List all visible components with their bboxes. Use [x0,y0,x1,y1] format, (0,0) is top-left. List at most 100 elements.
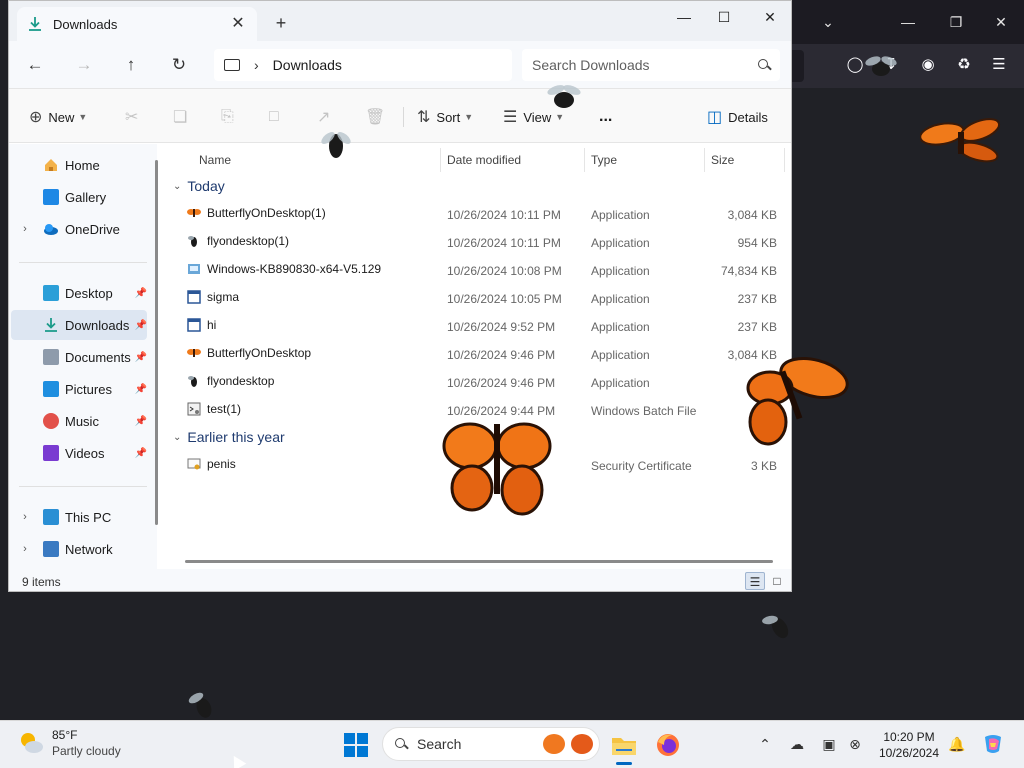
chevron-right-icon[interactable]: › [17,223,33,235]
account-icon[interactable]: ◉ [917,54,939,76]
chevron-right-icon[interactable]: › [254,57,259,73]
details-label: Details [728,109,768,125]
column-separator[interactable] [784,148,785,172]
notification-bell-icon[interactable]: 🔔 [946,733,968,755]
explorer-tab-downloads[interactable]: Downloads ✕ [17,7,257,41]
forward-button[interactable]: → [72,53,96,77]
sidebar-item-this-pc[interactable]: › This PC [11,502,147,532]
taskbar-file-explorer[interactable] [606,727,642,765]
clock-time: 10:20 PM [883,730,935,744]
sidebar-item-videos[interactable]: Videos 📌 [11,438,147,468]
sidebar-item-gallery[interactable]: Gallery [11,182,147,212]
start-button[interactable] [344,733,368,757]
copy-button[interactable]: ❏ [173,105,193,129]
sidebar-item-home[interactable]: Home [11,150,147,180]
column-header-date[interactable]: Date modified [447,148,521,172]
file-row[interactable]: flyondesktop 10/26/2024 9:46 PM Applicatio… [173,369,783,397]
sidebar-item-onedrive[interactable]: › OneDrive [11,214,147,244]
browser-url-bar[interactable] [792,50,804,82]
sidebar-item-downloads[interactable]: Downloads 📌 [11,310,147,340]
browser-close-button[interactable]: ✕ [989,10,1013,34]
details-pane-button[interactable]: ◫ Details [707,105,768,129]
file-date: 10/26/2024 9:46 PM [447,376,556,390]
new-tab-button[interactable]: + [271,13,291,33]
chevron-right-icon[interactable]: › [17,511,33,523]
extensions-icon[interactable]: ♻ [953,54,975,76]
file-row[interactable]: ButterflyOnDesktop 10/26/2024 9:46 PM Appl… [173,341,783,369]
file-size: 95 [763,376,777,390]
sort-label: Sort [436,109,461,125]
rename-button[interactable]: □ [269,105,285,129]
column-header-size[interactable]: Size [711,148,734,172]
details-view-icon[interactable]: ☰ [745,572,765,590]
taskbar: 85°F Partly cloudy Search ⌃ ☁ ▣ ⊗ 10:20 … [0,720,1024,768]
up-button[interactable]: ↑ [119,53,143,77]
search-icon [758,59,770,71]
new-button[interactable]: ⊕ New ▼ [29,105,87,129]
file-size: 237 KB [737,320,777,334]
taskbar-firefox[interactable] [650,727,686,763]
file-name-cell: penis [187,457,236,471]
refresh-button[interactable]: ↻ [167,53,191,77]
file-size: 3 KB [750,459,777,473]
cloud-offline-icon[interactable]: ☁ [786,733,808,755]
pocket-icon[interactable]: ◯ [844,54,866,76]
column-separator[interactable] [584,148,585,172]
group-header-earlier[interactable]: ⌄ Earlier this year [173,429,285,445]
paste-button[interactable]: ⎘ [221,105,240,129]
sidebar-item-desktop[interactable]: Desktop 📌 [11,278,147,308]
file-row[interactable]: hi 10/26/2024 9:52 PM Application 237 KB [173,313,783,341]
back-button[interactable]: ← [23,53,47,77]
file-row[interactable]: ButterflyOnDesktop(1) 10/26/2024 10:11 PM… [173,201,783,229]
tiles-view-icon[interactable]: □ [767,572,787,590]
sort-button[interactable]: ⇅ Sort ▼ [417,105,473,129]
details-pane-icon: ◫ [707,109,723,126]
column-header-name[interactable]: Name [199,148,231,172]
file-row[interactable]: penis Security Certificate 3 KB [173,452,783,480]
horizontal-scrollbar[interactable] [185,560,773,563]
column-separator[interactable] [440,148,441,172]
minimize-button[interactable]: — [669,7,699,27]
computer-icon [43,509,59,525]
fly-sprite [762,615,789,639]
close-tab-icon[interactable]: ✕ [229,15,247,33]
sidebar-item-network[interactable]: › Network [11,534,147,564]
weather-widget[interactable]: 85°F Partly cloudy [18,727,121,759]
chevron-right-icon[interactable]: › [17,543,33,555]
cut-button[interactable]: ✂ [125,105,144,129]
search-box[interactable] [522,49,780,81]
group-header-today[interactable]: ⌄ Today [173,178,225,194]
volume-muted-icon[interactable]: ⊗ [844,733,866,755]
share-button[interactable]: ↗ [317,105,336,129]
show-hidden-icons-chevron-icon[interactable]: ⌃ [754,733,776,755]
butterfly-icon [187,206,201,220]
sidebar-item-music[interactable]: Music 📌 [11,406,147,436]
taskbar-search[interactable]: Search [382,727,600,761]
downloads-arrow-icon[interactable]: ↧ [880,54,902,76]
delete-button[interactable]: 🗑 [365,105,391,129]
maximize-button[interactable]: ☐ [709,7,739,27]
file-row[interactable]: flyondesktop(1) 10/26/2024 10:11 PM Applic… [173,229,783,257]
column-header-type[interactable]: Type [591,148,617,172]
clock[interactable]: 10:20 PM 10/26/2024 [872,729,946,761]
address-bar[interactable]: › Downloads [214,49,512,81]
file-row[interactable]: test(1) 10/26/2024 9:44 PM Windows Batch F… [173,397,783,425]
network-status-icon[interactable]: ▣ [818,733,840,755]
sidebar-scrollbar[interactable] [155,160,158,525]
copilot-icon[interactable] [980,733,1006,755]
browser-restore-button[interactable]: ❐ [944,10,968,34]
sidebar-item-documents[interactable]: Documents 📌 [11,342,147,372]
file-row[interactable]: Windows-KB890830-x64-V5.129 10/26/2024 10… [173,257,783,285]
view-button[interactable]: ☰ View ▼ [503,105,564,129]
clock-date: 10/26/2024 [878,746,940,760]
menu-hamburger-icon[interactable]: ☰ [988,54,1010,76]
browser-minimize-button[interactable]: — [896,10,920,34]
column-separator[interactable] [704,148,705,172]
sidebar-item-pictures[interactable]: Pictures 📌 [11,374,147,404]
certificate-icon [187,457,201,471]
close-window-button[interactable]: ✕ [755,7,785,27]
tab-list-chevron-icon[interactable]: ⌄ [816,10,840,34]
more-options-button[interactable]: ... [599,105,612,129]
file-row[interactable]: sigma 10/26/2024 10:05 PM Application 237 K… [173,285,783,313]
search-input[interactable] [532,57,758,73]
